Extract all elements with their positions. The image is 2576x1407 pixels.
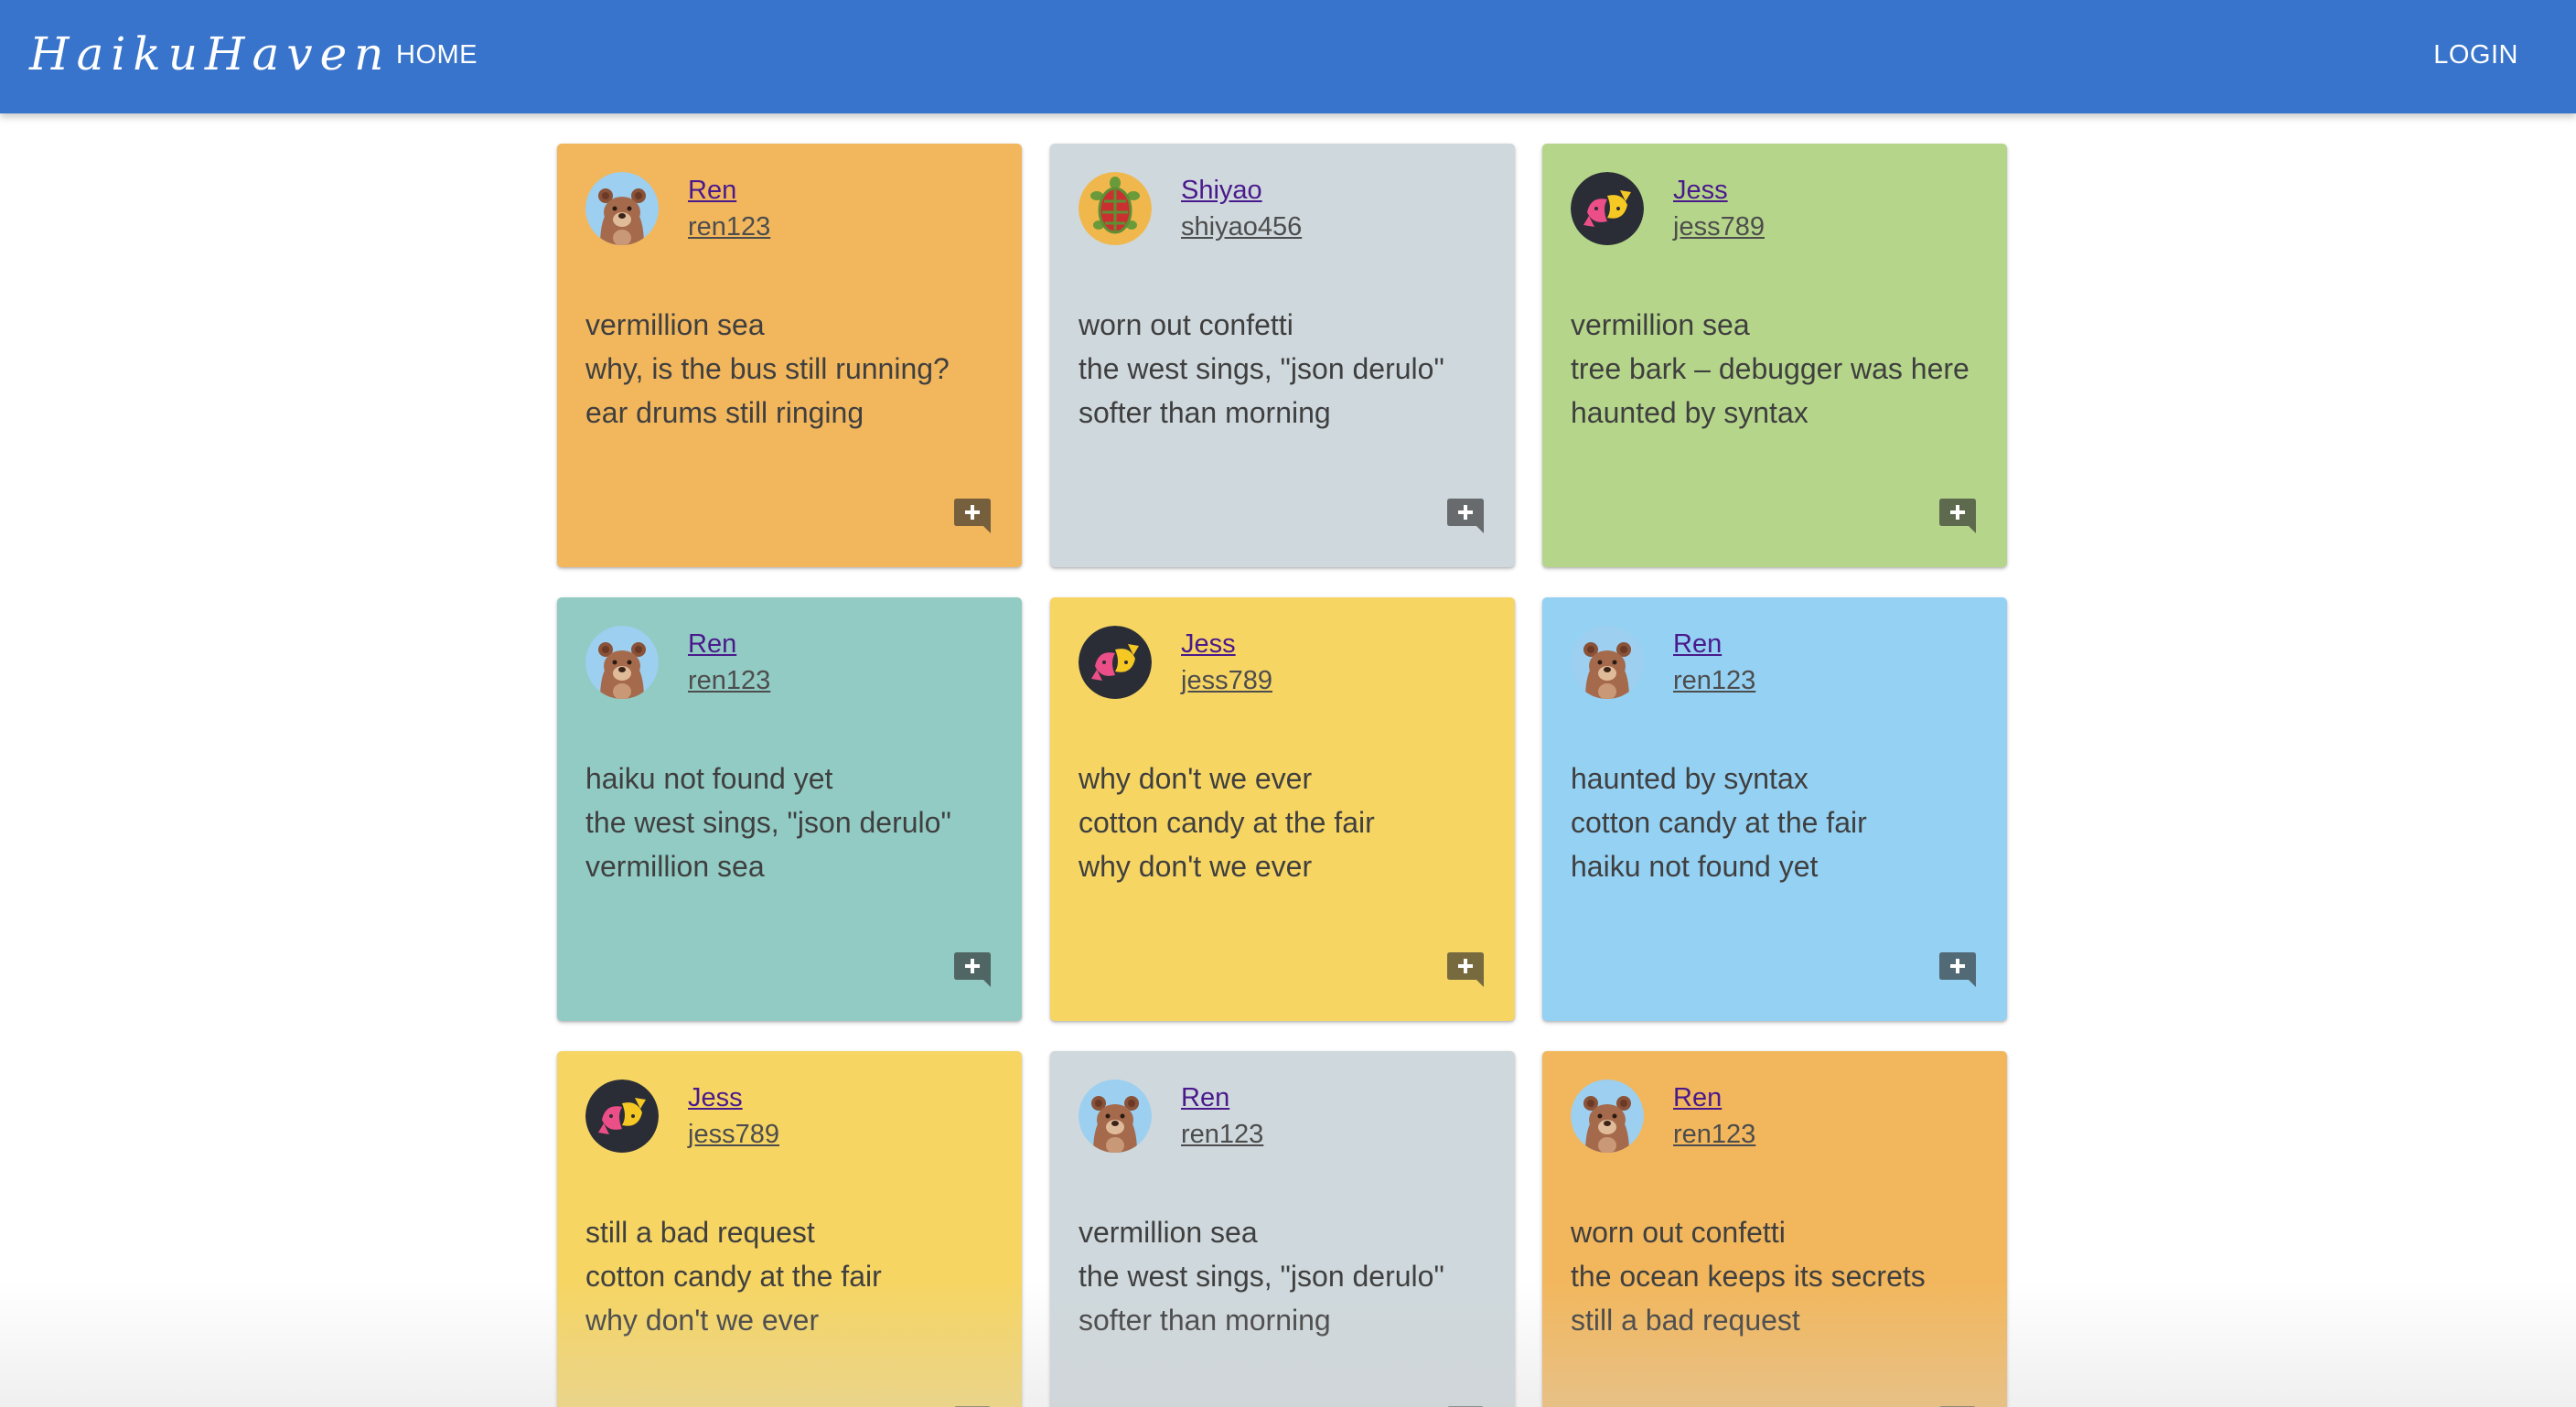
brand-logo[interactable]: HaikuHaven bbox=[29, 22, 391, 86]
haiku-line: why don't we ever bbox=[585, 1304, 820, 1337]
turtle-avatar-icon bbox=[1079, 172, 1152, 245]
haiku-line: softer than morning bbox=[1079, 396, 1331, 429]
author-handle-link[interactable]: shiyao456 bbox=[1181, 209, 1302, 244]
haiku-card: Jess jess789 vermillion sea tree bark – deb… bbox=[1542, 144, 2007, 567]
add-comment-icon[interactable] bbox=[1445, 498, 1486, 534]
haiku-text: why don't we ever cotton candy at the fai… bbox=[1079, 757, 1375, 888]
haiku-text: vermillion sea why, is the bus still runn… bbox=[585, 303, 950, 435]
haiku-text: haiku not found yet the west sings, "json… bbox=[585, 757, 951, 888]
author-handle-link[interactable]: ren123 bbox=[1673, 663, 1755, 698]
author-handle-link[interactable]: jess789 bbox=[1181, 663, 1272, 698]
haiku-text: vermillion sea tree bark – debugger was h… bbox=[1571, 303, 1970, 435]
haiku-line: tree bark – debugger was here bbox=[1571, 352, 1970, 385]
nav-home-link[interactable]: HOME bbox=[396, 37, 478, 73]
haiku-text: worn out confetti the ocean keeps its sec… bbox=[1571, 1210, 1926, 1342]
haiku-line: cotton candy at the fair bbox=[1571, 806, 1867, 839]
author-handle-link[interactable]: ren123 bbox=[1181, 1117, 1263, 1152]
author-handle-link[interactable]: ren123 bbox=[1673, 1117, 1755, 1152]
haiku-line: worn out confetti bbox=[1079, 308, 1293, 341]
bear-avatar-icon bbox=[1571, 626, 1644, 699]
haiku-line: cotton candy at the fair bbox=[1079, 806, 1375, 839]
haiku-line: haiku not found yet bbox=[585, 762, 833, 795]
haiku-card: Ren ren123 vermillion sea the west sings, "… bbox=[1050, 1051, 1515, 1407]
author-name-link[interactable]: Shiyao bbox=[1181, 173, 1262, 208]
author-name-link[interactable]: Ren bbox=[1673, 1080, 1722, 1115]
haiku-line: ear drums still ringing bbox=[585, 396, 864, 429]
haiku-text: still a bad request cotton candy at the f… bbox=[585, 1210, 882, 1342]
add-comment-icon[interactable] bbox=[952, 498, 993, 534]
haiku-line: still a bad request bbox=[1571, 1304, 1800, 1337]
haiku-line: still a bad request bbox=[585, 1216, 815, 1249]
author-handle-link[interactable]: jess789 bbox=[688, 1117, 779, 1152]
bear-avatar-icon bbox=[1571, 1079, 1644, 1153]
haiku-line: the west sings, "json derulo" bbox=[585, 806, 951, 839]
haiku-text: haunted by syntax cotton candy at the fai… bbox=[1571, 757, 1867, 888]
haiku-line: why don't we ever bbox=[1079, 850, 1313, 883]
haiku-line: the west sings, "json derulo" bbox=[1079, 1260, 1444, 1293]
haiku-line: haunted by syntax bbox=[1571, 762, 1809, 795]
add-comment-icon[interactable] bbox=[952, 951, 993, 988]
author-name-link[interactable]: Jess bbox=[688, 1080, 743, 1115]
haiku-line: the west sings, "json derulo" bbox=[1079, 352, 1444, 385]
author-handle-link[interactable]: ren123 bbox=[688, 663, 770, 698]
bear-avatar-icon bbox=[585, 172, 659, 245]
koi-fish-avatar-icon bbox=[1571, 172, 1644, 245]
koi-fish-avatar-icon bbox=[585, 1079, 659, 1153]
author-handle-link[interactable]: ren123 bbox=[688, 209, 770, 244]
haiku-card: Jess jess789 why don't we ever cotton candy… bbox=[1050, 597, 1515, 1021]
haiku-line: vermillion sea bbox=[1079, 1216, 1258, 1249]
haiku-text: worn out confetti the west sings, "json d… bbox=[1079, 303, 1444, 435]
haiku-line: the ocean keeps its secrets bbox=[1571, 1260, 1926, 1293]
haiku-line: cotton candy at the fair bbox=[585, 1260, 882, 1293]
add-comment-icon[interactable] bbox=[1937, 498, 1978, 534]
haiku-line: vermillion sea bbox=[585, 850, 765, 883]
author-name-link[interactable]: Ren bbox=[688, 627, 736, 661]
haiku-card: Shiyao shiyao456 worn out confetti the west… bbox=[1050, 144, 1515, 567]
add-comment-icon[interactable] bbox=[1445, 951, 1486, 988]
haiku-card: Jess jess789 still a bad request cotton can… bbox=[557, 1051, 1022, 1407]
haiku-line: haiku not found yet bbox=[1571, 850, 1819, 883]
app-bar: HaikuHaven HOME LOGIN bbox=[0, 0, 2576, 113]
bear-avatar-icon bbox=[585, 626, 659, 699]
author-name-link[interactable]: Ren bbox=[688, 173, 736, 208]
author-name-link[interactable]: Jess bbox=[1673, 173, 1728, 208]
haiku-line: why don't we ever bbox=[1079, 762, 1313, 795]
author-name-link[interactable]: Jess bbox=[1181, 627, 1236, 661]
haiku-text: vermillion sea the west sings, "json deru… bbox=[1079, 1210, 1444, 1342]
haiku-line: worn out confetti bbox=[1571, 1216, 1786, 1249]
author-name-link[interactable]: Ren bbox=[1673, 627, 1722, 661]
author-name-link[interactable]: Ren bbox=[1181, 1080, 1229, 1115]
haiku-line: vermillion sea bbox=[585, 308, 765, 341]
koi-fish-avatar-icon bbox=[1079, 626, 1152, 699]
haiku-card: Ren ren123 vermillion sea why, is the bus s… bbox=[557, 144, 1022, 567]
haiku-line: haunted by syntax bbox=[1571, 396, 1809, 429]
nav-login-link[interactable]: LOGIN bbox=[2433, 37, 2518, 73]
haiku-card: Ren ren123 haunted by syntax cotton candy a… bbox=[1542, 597, 2007, 1021]
author-handle-link[interactable]: jess789 bbox=[1673, 209, 1765, 244]
app-root: HaikuHaven HOME LOGIN Ren ren123 vermillio… bbox=[0, 0, 2576, 1407]
haiku-grid: Ren ren123 vermillion sea why, is the bus s… bbox=[0, 0, 2576, 1407]
haiku-card: Ren ren123 worn out confetti the ocean keep… bbox=[1542, 1051, 2007, 1407]
haiku-line: vermillion sea bbox=[1571, 308, 1750, 341]
haiku-line: why, is the bus still running? bbox=[585, 352, 950, 385]
haiku-card: Ren ren123 haiku not found yet the west sin… bbox=[557, 597, 1022, 1021]
haiku-line: softer than morning bbox=[1079, 1304, 1331, 1337]
bear-avatar-icon bbox=[1079, 1079, 1152, 1153]
add-comment-icon[interactable] bbox=[1937, 951, 1978, 988]
